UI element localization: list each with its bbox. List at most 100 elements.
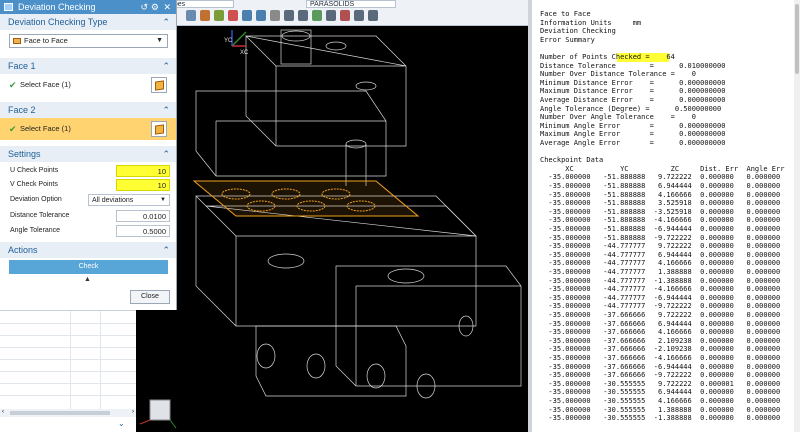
distance-tolerance-row: Distance Tolerance 0.0100	[0, 209, 176, 223]
face2-select[interactable]: ✔ Select Face (1)	[0, 118, 176, 140]
u-check-points-label: U Check Points	[10, 167, 59, 174]
info-line: Average Angle Error = 0.000000000	[540, 139, 726, 147]
face2-row: ✔ Select Face (1)	[0, 118, 176, 140]
angle-tolerance-row: Angle Tolerance 0.5000	[0, 224, 176, 238]
dialog-titlebar: Deviation Checking ↺ ⚙ ✕	[0, 0, 176, 14]
chevron-up-icon[interactable]: ⌃	[162, 242, 170, 258]
section-settings[interactable]: Settings ⌃	[0, 146, 176, 162]
info-scrollbar[interactable]	[794, 0, 800, 432]
info-line: Number of Points Checked = 64	[540, 53, 675, 62]
wand-icon[interactable]	[368, 10, 378, 21]
section-label: Settings	[8, 149, 41, 159]
app-root: apes PARASOLIDS YC XC Deviation Checking…	[0, 0, 800, 432]
face-selector-cube-icon[interactable]	[151, 121, 167, 137]
section-face2[interactable]: Face 2 ⌃	[0, 102, 176, 118]
info-line: -35.000000 -37.666666 4.166666 0.000000 …	[540, 328, 781, 337]
plus-icon[interactable]	[284, 10, 294, 21]
chevron-up-icon[interactable]: ⌃	[162, 102, 170, 118]
reset-icon[interactable]: ↺	[140, 0, 148, 14]
close-button[interactable]: Close	[130, 290, 170, 304]
navigator-table: ‹ › ⌄	[0, 310, 136, 432]
triad-xc-label: XC	[240, 50, 249, 56]
info-line: -35.000000 -30.555555 4.166666 0.000000 …	[540, 397, 781, 405]
info-line: -35.000000 -37.666666 6.944444 0.000000 …	[540, 319, 781, 328]
info-line: -35.000000 -37.666666 -9.722222 0.000000…	[540, 371, 781, 380]
horizontal-scrollbar[interactable]: ‹ ›	[0, 409, 136, 417]
face2-select-label: Select Face (1)	[20, 124, 71, 133]
section-label: Deviation Checking Type	[8, 17, 108, 27]
grid-icon[interactable]	[200, 10, 210, 21]
info-line: Face to Face	[540, 10, 591, 18]
v-check-points-input[interactable]: 10	[116, 179, 170, 191]
info-line: Number Over Distance Tolerance = 0	[540, 70, 696, 79]
dialog-app-icon	[4, 3, 13, 11]
deviation-option-select[interactable]: All deviations ▼	[88, 194, 170, 206]
information-window[interactable]: Face to Face Information Units mm Deviatio…	[528, 0, 800, 432]
body-icon[interactable]	[256, 10, 266, 21]
face-icon[interactable]	[242, 10, 252, 21]
settings-gear-icon[interactable]: ⚙	[151, 0, 159, 14]
csys-icon[interactable]	[326, 10, 336, 21]
section-deviation-checking-type[interactable]: Deviation Checking Type ⌃	[0, 14, 176, 30]
info-line: -35.000000 -37.666666 -6.944444 0.000000…	[540, 362, 781, 371]
angle-tolerance-input[interactable]: 0.5000	[116, 225, 170, 237]
edge-icon[interactable]	[270, 10, 280, 21]
scroll-thumb[interactable]	[10, 411, 110, 415]
face1-select[interactable]: ✔ Select Face (1)	[0, 74, 176, 96]
info-line: XC YC ZC Dist. Err Angle Err	[540, 164, 785, 173]
info-line: Deviation Checking	[540, 27, 616, 36]
info-line: -35.000000 -37.666666 2.109238 0.000000 …	[540, 336, 781, 345]
info-line: -35.000000 -30.555555 1.388888 0.000000 …	[540, 405, 781, 414]
section-actions[interactable]: Actions ⌃	[0, 242, 176, 258]
info-line: -35.000000 -51.888888 3.525918 0.000000 …	[540, 199, 781, 208]
chevron-up-icon[interactable]: ⌃	[162, 58, 170, 74]
face1-row: ✔ Select Face (1)	[0, 74, 176, 96]
scroll-left-icon[interactable]: ‹	[2, 409, 4, 415]
deviation-option-label: Deviation Option	[10, 196, 62, 203]
info-line: Distance Tolerance = 0.010000000	[540, 61, 726, 70]
distance-tolerance-input[interactable]: 0.0100	[116, 210, 170, 222]
info-line: Minimum Angle Error = 0.000000000	[540, 121, 726, 130]
measure-icon[interactable]	[340, 10, 350, 21]
vector-icon[interactable]	[312, 10, 322, 21]
point-icon[interactable]	[214, 10, 224, 21]
deviation-checking-dialog: Deviation Checking ↺ ⚙ ✕ Deviation Check…	[0, 0, 177, 310]
info-line: -35.000000 -37.666666 9.722222 0.000000 …	[540, 311, 781, 319]
info-line: -35.000000 -51.888888 -4.166666 0.000000…	[540, 216, 781, 225]
arrow-icon[interactable]	[298, 10, 308, 21]
u-check-points-row: U Check Points 10	[0, 164, 176, 178]
info-line: -35.000000 -51.888888 -9.722222 0.000000…	[540, 233, 781, 242]
toolbar-icons	[186, 10, 378, 21]
close-icon[interactable]: ✕	[163, 0, 171, 14]
scroll-thumb[interactable]	[795, 4, 799, 74]
section-face1[interactable]: Face 1 ⌃	[0, 58, 176, 74]
chevron-down-icon[interactable]: ⌄	[118, 419, 125, 428]
info-line: -35.000000 -30.555555 9.722222 0.000001 …	[540, 379, 781, 388]
graphics-viewport[interactable]: YC XC	[136, 26, 528, 432]
deviation-option-value: All deviations	[92, 197, 134, 204]
scroll-right-icon[interactable]: ›	[132, 409, 134, 415]
info-line: -35.000000 -37.666666 -4.166666 0.000000…	[540, 354, 781, 362]
info-line: Average Distance Error = 0.000000000	[540, 96, 726, 104]
section-label: Face 2	[8, 105, 36, 115]
chevron-up-icon[interactable]: ⌃	[162, 14, 170, 30]
expand-arrow-icon[interactable]: ▲	[84, 276, 91, 283]
info-line: -35.000000 -51.888888 -3.525918 0.000000…	[540, 207, 781, 216]
chevron-up-icon[interactable]: ⌃	[162, 146, 170, 162]
triad-yc-label: YC	[224, 38, 233, 44]
distance-tolerance-label: Distance Tolerance	[10, 212, 70, 219]
chevron-down-icon: ▼	[160, 197, 166, 203]
check-button[interactable]: Check	[9, 260, 168, 274]
pencil-icon[interactable]	[354, 10, 364, 21]
info-line: Information Units mm	[540, 18, 642, 27]
info-line: -35.000000 -44.777777 -9.722222 0.000000…	[540, 302, 781, 311]
wireframe-model: YC XC	[139, 29, 522, 429]
info-line: -35.000000 -44.777777 9.722222 0.000000 …	[540, 242, 781, 251]
face-selector-cube-icon[interactable]	[151, 77, 167, 93]
u-check-points-input[interactable]: 10	[116, 165, 170, 177]
checking-type-select[interactable]: Face to Face ▼	[9, 34, 168, 48]
type-row: Face to Face ▼	[0, 30, 176, 52]
curve-icon[interactable]	[228, 10, 238, 21]
type-filter-select[interactable]: PARASOLIDS	[306, 0, 396, 8]
snap-icon[interactable]	[186, 10, 196, 21]
